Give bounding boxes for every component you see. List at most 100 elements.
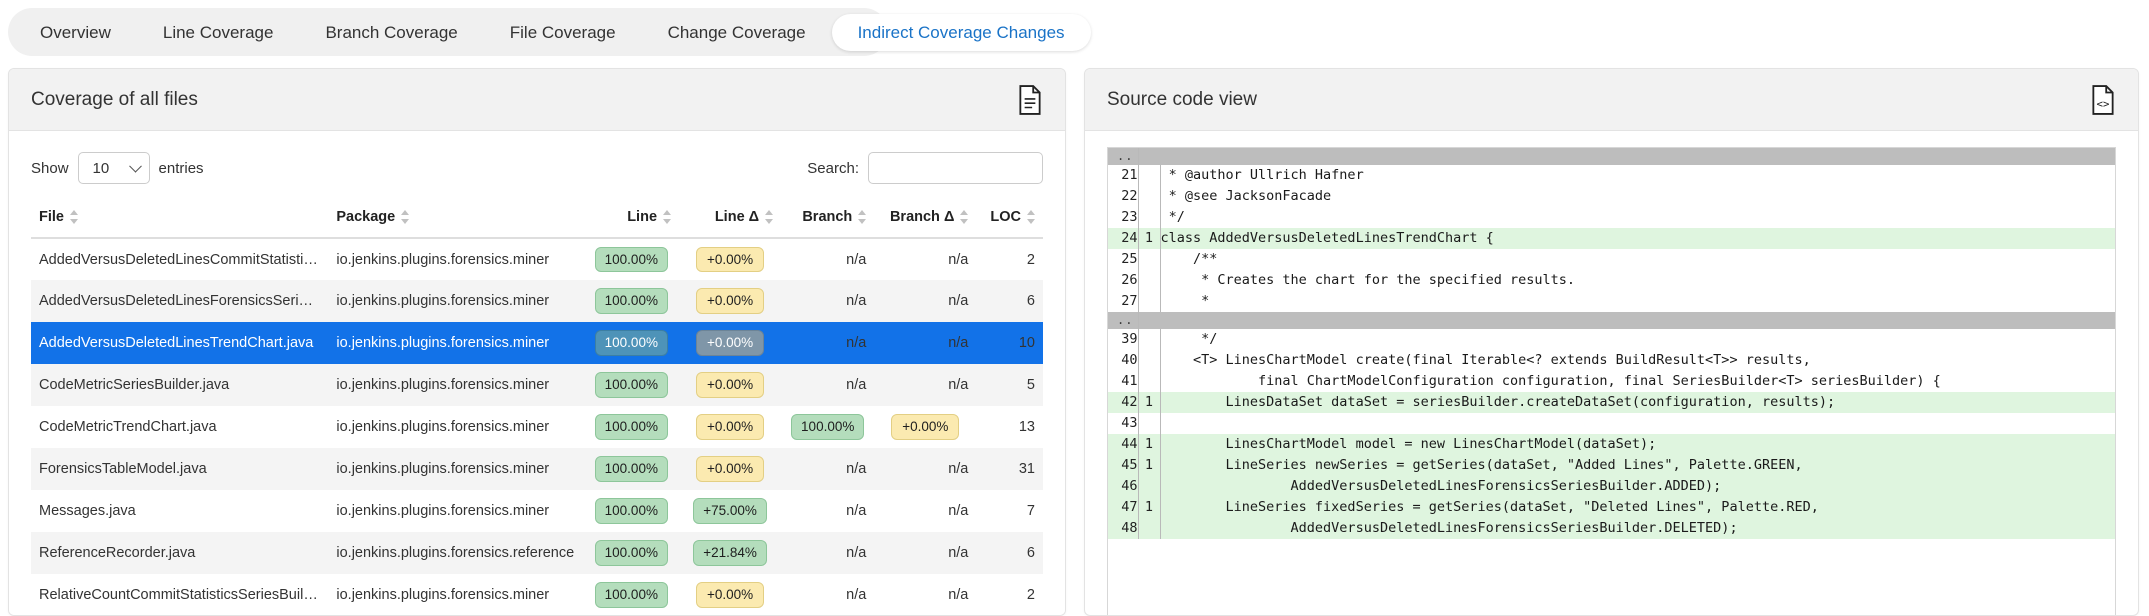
cell-branch: n/a: [781, 364, 874, 406]
code-line-row: 25 /**: [1108, 249, 2115, 270]
coverage-table-body-rows: AddedVersusDeletedLinesCommitStatisticsS…: [31, 238, 1043, 616]
search-label: Search:: [807, 160, 859, 177]
column-header-branch[interactable]: Branch: [781, 203, 874, 238]
cell-line-delta: +0.00%: [679, 406, 781, 448]
code-line-row: 39 */: [1108, 329, 2115, 350]
code-line-source: AddedVersusDeletedLinesForensicsSeriesBu…: [1160, 518, 2115, 539]
cell-file: AddedVersusDeletedLinesForensicsSeriesBu…: [31, 280, 328, 322]
cell-branch-delta: n/a: [874, 448, 976, 490]
column-header-loc[interactable]: LOC: [976, 203, 1043, 238]
cell-package: io.jenkins.plugins.forensics.miner: [328, 364, 583, 406]
cell-branch: n/a: [781, 490, 874, 532]
sort-arrows-icon[interactable]: [1027, 210, 1035, 224]
sort-arrows-icon[interactable]: [401, 210, 409, 224]
cell-file: CodeMetricSeriesBuilder.java: [31, 364, 328, 406]
table-row[interactable]: CodeMetricSeriesBuilder.javaio.jenkins.p…: [31, 364, 1043, 406]
column-header-line[interactable]: Line: [584, 203, 679, 238]
column-header-label: File: [39, 209, 64, 225]
cell-branch: n/a: [781, 574, 874, 616]
tab-overview[interactable]: Overview: [14, 14, 137, 51]
tab-change-coverage[interactable]: Change Coverage: [642, 14, 832, 51]
cell-line: 100.00%: [584, 448, 679, 490]
cell-line: 100.00%: [584, 322, 679, 364]
cell-file: ForensicsTableModel.java: [31, 448, 328, 490]
cell-line: 100.00%: [584, 364, 679, 406]
sort-arrows-icon[interactable]: [960, 210, 968, 224]
tab-indirect-coverage-changes[interactable]: Indirect Coverage Changes: [832, 14, 1091, 51]
code-line-source: /**: [1160, 249, 2115, 270]
cell-branch: 100.00%: [781, 406, 874, 448]
column-header-file[interactable]: File: [31, 203, 328, 238]
code-line-hits: [1138, 186, 1160, 207]
code-line-row: 26 * Creates the chart for the specified…: [1108, 270, 2115, 291]
code-line-row: 471 LineSeries fixedSeries = getSeries(d…: [1108, 497, 2115, 518]
table-row[interactable]: ReferenceRecorder.javaio.jenkins.plugins…: [31, 532, 1043, 574]
cell-loc: 10: [976, 322, 1043, 364]
table-row[interactable]: RelativeCountCommitStatisticsSeriesBuild…: [31, 574, 1043, 616]
cell-loc: 2: [976, 574, 1043, 616]
cell-package: io.jenkins.plugins.forensics.miner: [328, 406, 583, 448]
cell-line-pill: 100.00%: [595, 288, 668, 314]
column-header-label: Line Δ: [715, 209, 759, 225]
code-line-source: final ChartModelConfiguration configurat…: [1160, 371, 2115, 392]
cell-branch-delta-pill: +0.00%: [891, 414, 959, 440]
table-row[interactable]: CodeMetricTrendChart.javaio.jenkins.plug…: [31, 406, 1043, 448]
cell-package: io.jenkins.plugins.forensics.miner: [328, 448, 583, 490]
search-input[interactable]: [868, 152, 1043, 184]
cell-loc: 6: [976, 532, 1043, 574]
column-header-package[interactable]: Package: [328, 203, 583, 238]
cell-line: 100.00%: [584, 574, 679, 616]
file-document-icon[interactable]: [1017, 85, 1043, 115]
cell-package: io.jenkins.plugins.forensics.miner: [328, 238, 583, 280]
table-row[interactable]: AddedVersusDeletedLinesForensicsSeriesBu…: [31, 280, 1043, 322]
cell-branch-delta: n/a: [874, 322, 976, 364]
code-line-hits: 1: [1138, 228, 1160, 249]
cell-loc: 13: [976, 406, 1043, 448]
entries-select[interactable]: 10: [78, 152, 150, 184]
sort-arrows-icon[interactable]: [765, 210, 773, 224]
table-row[interactable]: AddedVersusDeletedLinesTrendChart.javaio…: [31, 322, 1043, 364]
cell-package: io.jenkins.plugins.forensics.miner: [328, 574, 583, 616]
tab-branch-coverage[interactable]: Branch Coverage: [299, 14, 483, 51]
source-code-table: ..21 * @author Ullrich Hafner22 * @see J…: [1108, 148, 2115, 539]
code-line-number: 48: [1108, 518, 1138, 539]
source-code-viewer[interactable]: ..21 * @author Ullrich Hafner22 * @see J…: [1107, 147, 2116, 616]
cell-file: CodeMetricTrendChart.java: [31, 406, 328, 448]
code-line-number: 26: [1108, 270, 1138, 291]
sort-arrows-icon[interactable]: [858, 210, 866, 224]
cell-file: AddedVersusDeletedLinesTrendChart.java: [31, 322, 328, 364]
code-line-row: 43: [1108, 413, 2115, 434]
cell-line-delta-pill: +0.00%: [696, 414, 764, 440]
sort-arrows-icon[interactable]: [663, 210, 671, 224]
code-line-source: * Creates the chart for the specified re…: [1160, 270, 2115, 291]
code-line-source: */: [1160, 207, 2115, 228]
table-row[interactable]: ForensicsTableModel.javaio.jenkins.plugi…: [31, 448, 1043, 490]
cell-line-delta-pill: +0.00%: [696, 456, 764, 482]
code-gap-marker: ..: [1108, 148, 1138, 165]
cell-line-pill: 100.00%: [595, 330, 668, 356]
table-row[interactable]: AddedVersusDeletedLinesCommitStatisticsS…: [31, 238, 1043, 280]
source-code-card: Source code view <> ..21 * @author Ullri…: [1084, 68, 2139, 616]
code-line-number: 47: [1108, 497, 1138, 518]
tab-line-coverage[interactable]: Line Coverage: [137, 14, 300, 51]
tab-file-coverage[interactable]: File Coverage: [484, 14, 642, 51]
code-line-number: 23: [1108, 207, 1138, 228]
main-columns: Coverage of all files Show 10 entries: [0, 56, 2149, 616]
code-line-source: <T> LinesChartModel create(final Iterabl…: [1160, 350, 2115, 371]
code-gap-row: ..: [1108, 148, 2115, 165]
column-header-line[interactable]: Line Δ: [679, 203, 781, 238]
code-line-hits: [1138, 270, 1160, 291]
coverage-table-header-row: File PackageLine Line Δ BranchBranch ΔLOC: [31, 203, 1043, 238]
cell-line-delta-pill: +0.00%: [696, 247, 764, 273]
table-row[interactable]: Messages.javaio.jenkins.plugins.forensic…: [31, 490, 1043, 532]
cell-line-delta-pill: +0.00%: [696, 372, 764, 398]
cell-line-delta: +0.00%: [679, 322, 781, 364]
column-header-branch[interactable]: Branch Δ: [874, 203, 976, 238]
cell-package: io.jenkins.plugins.forensics.reference: [328, 532, 583, 574]
code-line-row: 41 final ChartModelConfiguration configu…: [1108, 371, 2115, 392]
file-code-icon[interactable]: <>: [2090, 85, 2116, 115]
code-line-number: 21: [1108, 165, 1138, 186]
code-line-row: 27 *: [1108, 291, 2115, 312]
coverage-table-body: Show 10 entries Search: FilePack: [9, 131, 1065, 616]
sort-arrows-icon[interactable]: [70, 210, 78, 224]
